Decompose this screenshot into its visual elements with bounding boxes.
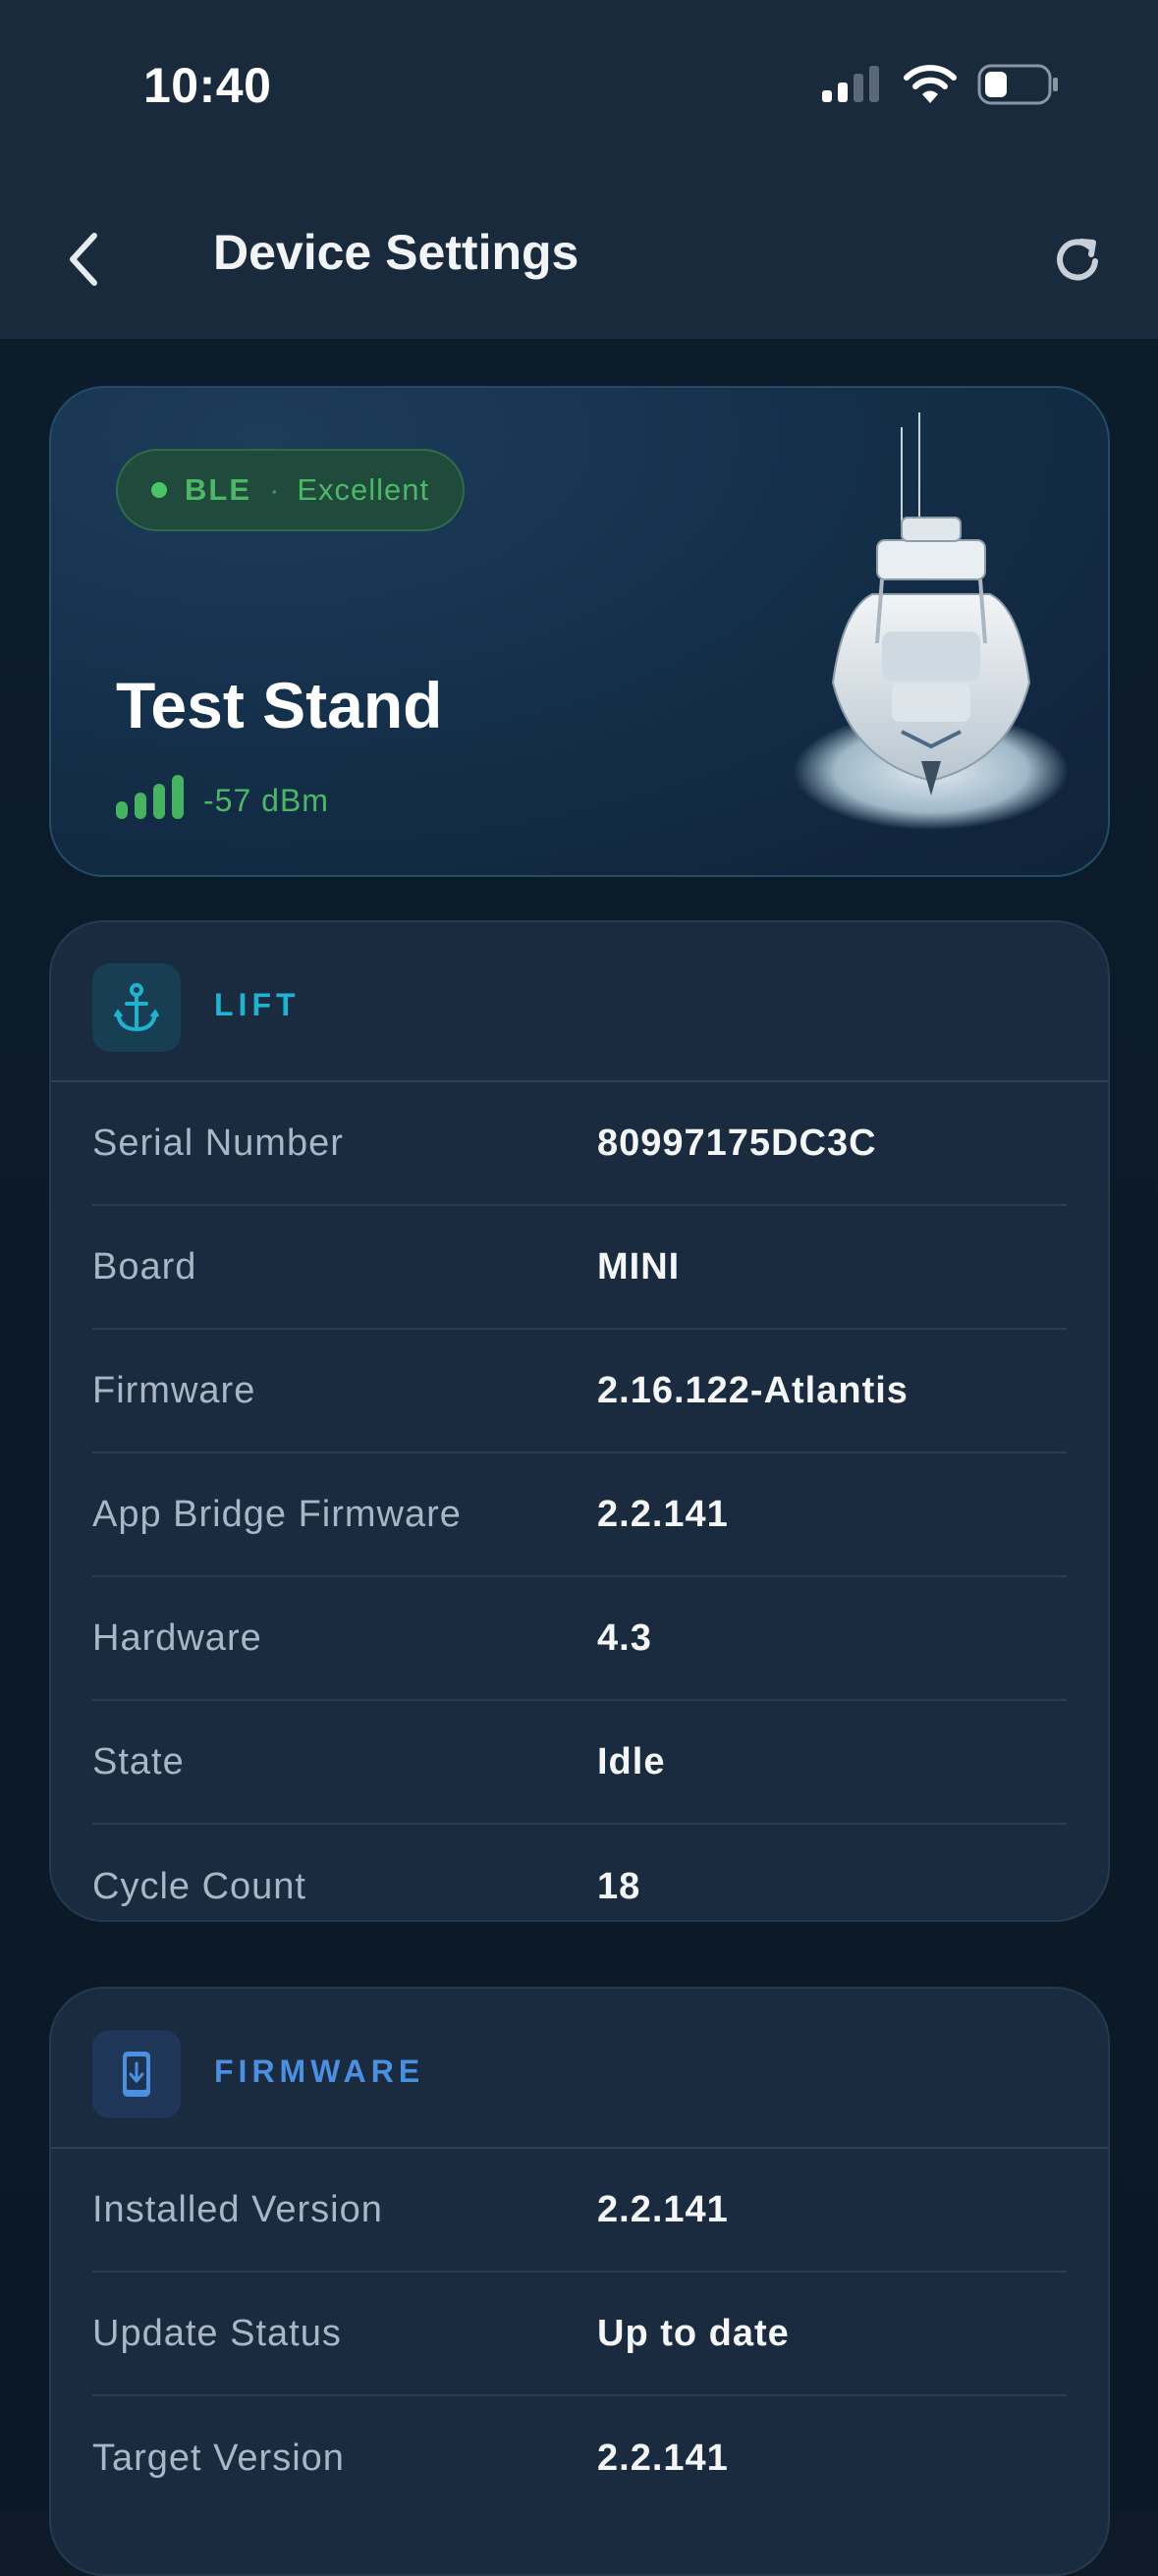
row-label: Firmware — [92, 1369, 256, 1411]
anchor-icon — [92, 963, 181, 1052]
row-value: 80997175DC3C — [597, 1122, 877, 1164]
row-label: Hardware — [92, 1617, 262, 1659]
table-row: Target Version 2.2.141 — [92, 2396, 1067, 2520]
badge-separator: · — [269, 472, 280, 507]
row-value: MINI — [597, 1245, 681, 1288]
table-row: App Bridge Firmware 2.2.141 — [92, 1453, 1067, 1577]
table-row: Serial Number 80997175DC3C — [92, 1082, 1067, 1206]
boat-image — [794, 412, 1069, 830]
page-title: Device Settings — [213, 225, 579, 280]
back-button[interactable] — [51, 228, 114, 291]
lift-card-title: LIFT — [214, 987, 301, 1022]
refresh-icon — [1057, 239, 1098, 281]
row-label: Cycle Count — [92, 1865, 306, 1907]
chevron-left-icon — [70, 233, 97, 286]
row-value: 2.2.141 — [597, 2437, 729, 2479]
phone-download-icon — [92, 2030, 181, 2118]
row-value: 4.3 — [597, 1617, 652, 1659]
row-value: 2.16.122-Atlantis — [597, 1369, 909, 1411]
row-value: 18 — [597, 1865, 641, 1907]
signal-bars-icon — [116, 775, 184, 819]
device-hero-card: BLE · Excellent Test Stand -57 dBm — [49, 386, 1110, 877]
table-row: Cycle Count 18 — [92, 1825, 1067, 1920]
refresh-button[interactable] — [1046, 228, 1109, 291]
cellular-signal-icon — [822, 66, 879, 102]
connection-quality: Excellent — [297, 472, 430, 507]
row-value: 2.2.141 — [597, 2188, 729, 2230]
table-row: Firmware 2.16.122-Atlantis — [92, 1330, 1067, 1453]
row-label: State — [92, 1740, 185, 1782]
row-value: 2.2.141 — [597, 1493, 729, 1535]
main-content[interactable]: BLE · Excellent Test Stand -57 dBm LIFT … — [0, 339, 1158, 2576]
row-label: Installed Version — [92, 2188, 383, 2230]
signal-strength: -57 dBm — [116, 774, 329, 819]
row-label: Board — [92, 1245, 197, 1288]
wifi-icon — [904, 65, 957, 103]
table-row: State Idle — [92, 1701, 1067, 1825]
table-row: Update Status Up to date — [92, 2273, 1067, 2396]
status-time: 10:40 — [143, 58, 272, 113]
table-row: Hardware 4.3 — [92, 1577, 1067, 1701]
row-label: App Bridge Firmware — [92, 1493, 462, 1535]
lift-card: LIFT Serial Number 80997175DC3C Board MI… — [49, 920, 1110, 1922]
table-row: Installed Version 2.2.141 — [92, 2149, 1067, 2273]
row-label: Update Status — [92, 2312, 342, 2354]
signal-value: -57 dBm — [203, 783, 329, 818]
connection-dot — [151, 482, 167, 498]
firmware-card-title: FIRMWARE — [214, 2054, 425, 2089]
header-area: 10:40 Device Settings — [0, 0, 1158, 339]
connection-badge: BLE · Excellent — [116, 449, 466, 531]
firmware-rows: Installed Version 2.2.141 Update Status … — [51, 2149, 1108, 2520]
status-icons — [820, 61, 1060, 108]
row-label: Serial Number — [92, 1122, 344, 1164]
nav-bar: Device Settings — [0, 206, 1158, 304]
connection-type: BLE — [185, 472, 251, 507]
device-name: Test Stand — [116, 669, 443, 741]
lift-rows: Serial Number 80997175DC3C Board MINI Fi… — [51, 1082, 1108, 1920]
battery-icon — [977, 64, 1058, 105]
firmware-card-header: FIRMWARE — [51, 1989, 1108, 2149]
row-value: Up to date — [597, 2312, 790, 2354]
lift-card-header: LIFT — [51, 922, 1108, 1082]
row-label: Target Version — [92, 2437, 345, 2479]
table-row: Board MINI — [92, 1206, 1067, 1330]
firmware-card: FIRMWARE Installed Version 2.2.141 Updat… — [49, 1987, 1110, 2576]
row-value: Idle — [597, 1740, 666, 1782]
